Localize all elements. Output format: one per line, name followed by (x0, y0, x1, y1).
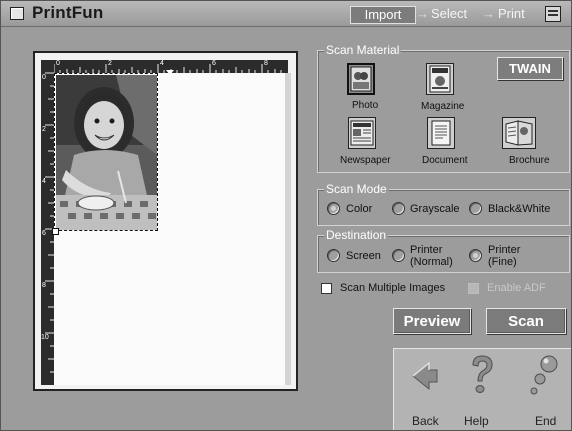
title-bar: PrintFun Import → Select → Print (1, 1, 571, 27)
ruler-tick-label: 0 (56, 60, 60, 67)
ruler-tick-label: 10 (41, 334, 49, 341)
ruler-tick-label: 8 (264, 60, 268, 67)
scan-selection-marquee[interactable] (54, 73, 158, 231)
twain-button[interactable]: TWAIN (497, 57, 563, 80)
scan-multiple-checkbox[interactable] (321, 283, 332, 294)
step-select[interactable]: Select (431, 6, 467, 22)
material-magazine[interactable] (426, 63, 454, 95)
printfun-window: PrintFun Import → Select → Print 0 2 4 6 (0, 0, 572, 431)
destination-printer-normal-sub: (Normal) (410, 256, 453, 268)
destination-printer-fine-radio[interactable] (469, 249, 482, 262)
scan-material-legend: Scan Material (324, 43, 402, 57)
photo-icon (350, 66, 372, 92)
destination-screen-label: Screen (346, 250, 381, 262)
enable-adf-label: Enable ADF (487, 282, 546, 294)
ruler-horizontal: 0 2 4 6 8 (41, 60, 288, 73)
scan-mode-bw-label: Black&White (488, 203, 551, 215)
menu-icon[interactable] (545, 6, 561, 22)
scan-button[interactable]: Scan (486, 308, 566, 334)
material-photo-label: Photo (352, 100, 379, 111)
ruler-tick-label: 8 (42, 282, 46, 289)
selection-handle[interactable] (52, 228, 59, 235)
step-arrow-icon: → (482, 6, 495, 21)
help-question-icon (472, 355, 493, 393)
scan-mode-color-radio[interactable] (327, 202, 340, 215)
material-newspaper[interactable] (348, 117, 376, 149)
end-label: End (535, 414, 557, 428)
material-document-label: Document (422, 155, 468, 166)
destination-printer-normal-radio[interactable] (392, 249, 405, 262)
ruler-tick-label: 2 (108, 60, 112, 67)
destination-printer-fine-label: Printer (488, 244, 521, 256)
back-arrow-icon (412, 361, 438, 391)
step-arrow-icon: → (416, 6, 429, 21)
ruler-tick-label: 6 (212, 60, 216, 67)
back-label: Back (412, 414, 439, 428)
material-newspaper-label: Newspaper (340, 155, 391, 166)
scan-multiple-label: Scan Multiple Images (340, 282, 446, 294)
destination-printer-normal-label: Printer (410, 244, 443, 256)
ruler-vertical: 0 2 4 6 8 10 (41, 60, 54, 385)
scan-mode-bw-radio[interactable] (469, 202, 482, 215)
window-close-box[interactable] (10, 7, 24, 20)
help-label: Help (464, 414, 489, 428)
enable-adf-checkbox[interactable] (468, 283, 479, 294)
material-document[interactable] (427, 117, 455, 149)
back-button[interactable]: Back (403, 359, 447, 428)
material-brochure[interactable] (502, 117, 536, 149)
app-title: PrintFun (32, 3, 104, 22)
brochure-icon (505, 120, 533, 146)
scan-mode-grayscale-radio[interactable] (392, 202, 405, 215)
preview-button[interactable]: Preview (393, 308, 471, 334)
step-import[interactable]: Import (350, 6, 416, 24)
destination-legend: Destination (324, 228, 389, 242)
end-button[interactable]: End (523, 353, 567, 428)
scan-mode-color-label: Color (346, 203, 373, 215)
destination-screen-radio[interactable] (327, 249, 340, 262)
newspaper-icon (350, 120, 374, 146)
help-button[interactable]: Help (457, 353, 507, 428)
document-icon (431, 120, 451, 146)
destination-printer-fine-sub: (Fine) (488, 256, 517, 268)
scan-mode-grayscale-label: Grayscale (410, 203, 460, 215)
material-brochure-label: Brochure (509, 155, 550, 166)
material-photo[interactable] (347, 63, 375, 95)
ruler-tick-label: 4 (42, 178, 46, 185)
ruler-tick-label: 6 (42, 230, 46, 237)
ruler-tick-label: 0 (42, 74, 46, 81)
step-print[interactable]: Print (498, 6, 525, 22)
end-icon (530, 355, 558, 395)
ruler-tick-label: 4 (160, 60, 164, 67)
ruler-tick-label: 2 (42, 126, 46, 133)
scan-mode-legend: Scan Mode (324, 182, 389, 196)
magazine-icon (429, 65, 451, 93)
material-magazine-label: Magazine (421, 101, 465, 112)
